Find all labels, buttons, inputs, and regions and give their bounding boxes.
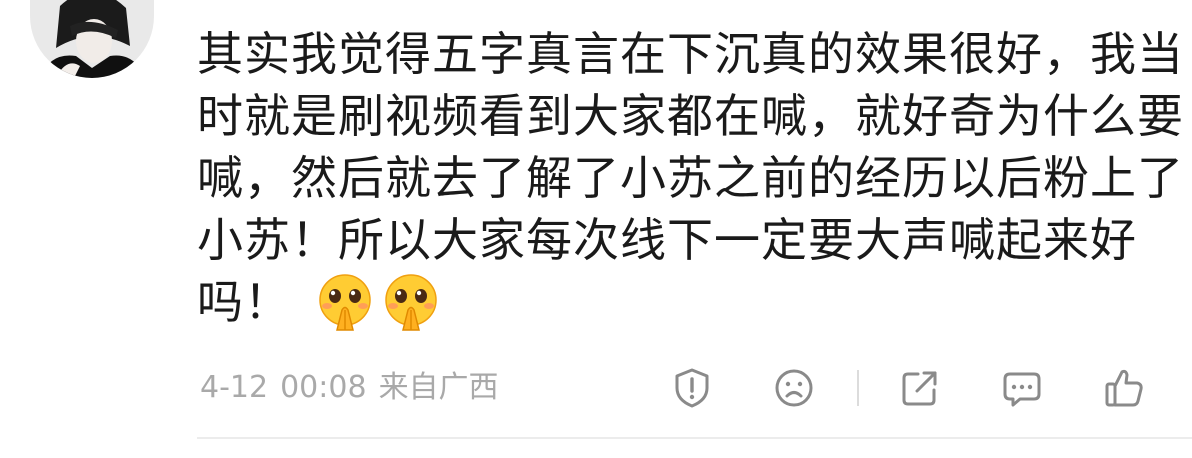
- comment-line-3: 喊，然后就去了解了小苏之前的经历以后粉上了: [197, 151, 1184, 205]
- share-icon: [902, 371, 937, 406]
- pleading-face-icon: [381, 272, 441, 332]
- pleading-face-icon: [315, 272, 375, 332]
- reply-button[interactable]: [1000, 366, 1044, 410]
- comment-separator: [197, 437, 1192, 439]
- comment-actions: [0, 366, 1192, 410]
- comment-line-5: 吗！: [197, 271, 1157, 333]
- like-button[interactable]: [1102, 366, 1146, 410]
- avatar-image: [30, 0, 154, 78]
- action-divider: [857, 370, 859, 406]
- thumbs-up-icon: [1105, 369, 1143, 407]
- avatar[interactable]: [30, 0, 154, 78]
- report-icon: [675, 368, 709, 408]
- comment-line-5-text: 吗！: [197, 275, 291, 329]
- share-button[interactable]: [898, 366, 942, 410]
- comment-line-1: 其实我觉得五字真言在下沉真的效果很好，我当: [197, 27, 1184, 81]
- comment-line-4: 小苏！所以大家每次线下一定要大声喊起来好: [197, 213, 1137, 267]
- comment-item: 其实我觉得五字真言在下沉真的效果很好，我当 时就是刷视频看到大家都在喊，就好奇为…: [0, 0, 1192, 458]
- comment-line-2: 时就是刷视频看到大家都在喊，就好奇为什么要: [197, 89, 1184, 143]
- comment-icon: [1003, 372, 1041, 407]
- comment-text: 其实我觉得五字真言在下沉真的效果很好，我当 时就是刷视频看到大家都在喊，就好奇为…: [197, 23, 1184, 333]
- frown-face-icon: [775, 369, 813, 407]
- dislike-button[interactable]: [772, 366, 816, 410]
- report-button[interactable]: [670, 366, 714, 410]
